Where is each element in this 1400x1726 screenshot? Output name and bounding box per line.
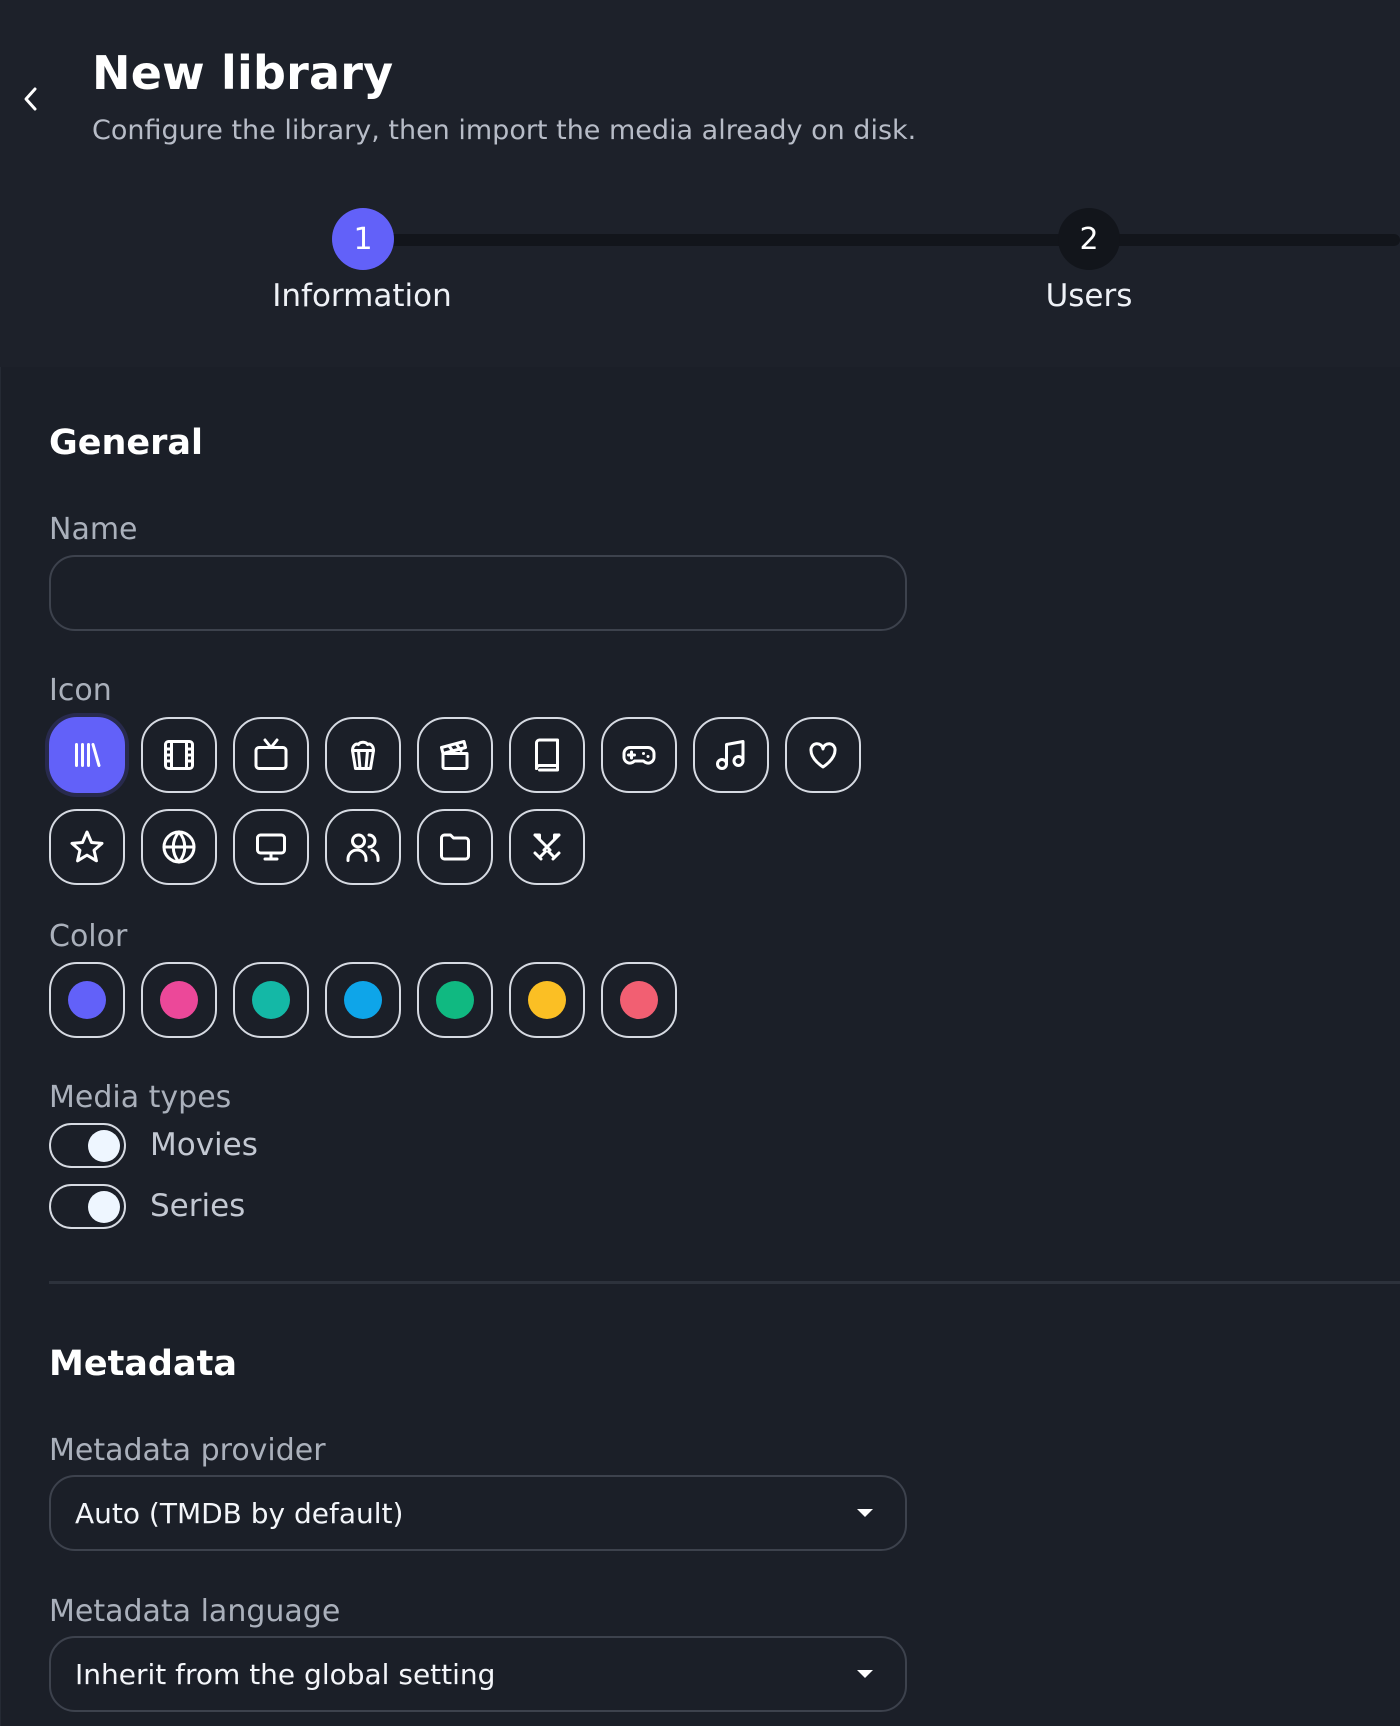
toggle-knob xyxy=(88,1190,120,1223)
color-swatch xyxy=(436,981,474,1019)
name-label: Name xyxy=(49,512,138,547)
icon-picker xyxy=(49,717,949,897)
stepper: 1 2 Information Users xyxy=(0,200,1400,320)
metadata-language-select[interactable]: Inherit from the global setting xyxy=(49,1636,907,1712)
music-icon xyxy=(716,740,745,770)
color-swatch xyxy=(160,981,198,1019)
icon-option-book[interactable] xyxy=(509,717,585,793)
icon-option-swords[interactable] xyxy=(509,809,585,885)
gamepad-icon xyxy=(622,746,656,765)
section-divider xyxy=(49,1281,1400,1284)
color-option-amber[interactable] xyxy=(509,962,585,1038)
color-picker xyxy=(49,962,949,1042)
metadata-provider-select[interactable]: Auto (TMDB by default) xyxy=(49,1475,907,1551)
color-option-sky[interactable] xyxy=(325,962,401,1038)
color-swatch xyxy=(620,981,658,1019)
star-icon xyxy=(70,830,104,863)
icon-option-globe[interactable] xyxy=(141,809,217,885)
icon-label: Icon xyxy=(49,673,112,708)
caret-down-icon xyxy=(857,1509,873,1517)
color-swatch xyxy=(252,981,290,1019)
media-type-series-toggle[interactable]: Series xyxy=(49,1183,246,1229)
globe-icon xyxy=(162,830,196,864)
metadata-provider-value: Auto (TMDB by default) xyxy=(75,1496,404,1530)
page-header: New library Configure the library, then … xyxy=(0,0,1400,367)
color-swatch xyxy=(344,981,382,1019)
media-type-movies-toggle[interactable]: Movies xyxy=(49,1122,258,1168)
icon-option-gamepad[interactable] xyxy=(601,717,677,793)
swords-icon xyxy=(533,833,561,861)
form-content: General Name Icon Color Media types Movi… xyxy=(0,367,1400,1726)
popcorn-icon xyxy=(351,740,375,770)
name-input[interactable] xyxy=(49,555,907,631)
icon-option-star[interactable] xyxy=(49,809,125,885)
metadata-section-title: Metadata xyxy=(49,1344,237,1384)
metadata-language-value: Inherit from the global setting xyxy=(75,1657,496,1691)
icon-option-monitor[interactable] xyxy=(233,809,309,885)
page-subtitle: Configure the library, then import the m… xyxy=(92,115,917,146)
color-swatch xyxy=(528,981,566,1019)
film-icon xyxy=(164,740,194,770)
caret-down-icon xyxy=(857,1670,873,1678)
color-label: Color xyxy=(49,919,128,954)
step-2-indicator[interactable]: 2 xyxy=(1058,208,1120,270)
step-1-indicator[interactable]: 1 xyxy=(332,208,394,270)
color-option-indigo[interactable] xyxy=(49,962,125,1038)
icon-option-library[interactable] xyxy=(49,717,125,793)
metadata-language-label: Metadata language xyxy=(49,1594,341,1629)
monitor-icon xyxy=(256,833,286,861)
page-title: New library xyxy=(92,46,394,100)
metadata-provider-label: Metadata provider xyxy=(49,1433,326,1468)
icon-option-users[interactable] xyxy=(325,809,401,885)
stepper-track xyxy=(380,234,1400,246)
toggle-label: Movies xyxy=(150,1127,258,1163)
step-2-label: Users xyxy=(1045,278,1133,314)
color-option-emerald[interactable] xyxy=(417,962,493,1038)
icon-option-film[interactable] xyxy=(141,717,217,793)
step-1-label: Information xyxy=(272,278,452,314)
toggle-switch[interactable] xyxy=(49,1122,126,1168)
media-types-label: Media types xyxy=(49,1080,232,1115)
general-section-title: General xyxy=(49,423,203,463)
icon-option-folder[interactable] xyxy=(417,809,493,885)
toggle-switch[interactable] xyxy=(49,1183,126,1229)
color-swatch xyxy=(68,981,106,1019)
icon-option-heart[interactable] xyxy=(785,717,861,793)
toggle-label: Series xyxy=(150,1188,246,1224)
color-option-pink[interactable] xyxy=(141,962,217,1038)
users-icon xyxy=(346,833,380,862)
book-icon xyxy=(535,738,559,772)
icon-option-popcorn[interactable] xyxy=(325,717,401,793)
tv-icon xyxy=(254,738,288,770)
clapperboard-icon xyxy=(440,740,469,770)
back-button[interactable] xyxy=(14,79,48,119)
icon-option-tv[interactable] xyxy=(233,717,309,793)
toggle-knob xyxy=(88,1129,120,1162)
heart-icon xyxy=(809,742,837,769)
folder-icon xyxy=(440,833,470,861)
chevron-left-icon xyxy=(24,87,37,111)
icon-option-clapperboard[interactable] xyxy=(417,717,493,793)
color-option-rose[interactable] xyxy=(601,962,677,1038)
icon-option-music[interactable] xyxy=(693,717,769,793)
color-option-teal[interactable] xyxy=(233,962,309,1038)
library-icon xyxy=(75,743,101,767)
